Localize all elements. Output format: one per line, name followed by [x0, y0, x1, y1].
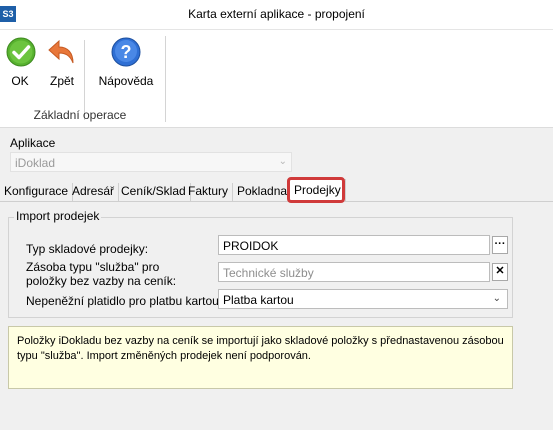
ribbon-group-label: Základní operace — [33, 108, 127, 122]
sale-doc-type-label: Typ skladové prodejky: — [26, 242, 149, 256]
tab-highlight-box — [287, 177, 345, 203]
card-payment-value: Platba kartou — [223, 293, 294, 307]
import-legend: Import prodejek — [14, 209, 102, 223]
sale-doc-type-value: PROIDOK — [223, 239, 279, 253]
chevron-down-icon: ⌄ — [492, 293, 501, 304]
tab-cenik-sklad[interactable]: Ceník/Sklad — [117, 183, 191, 201]
card-payment-label: Nepeněžní platidlo pro platbu kartou: — [26, 294, 223, 308]
info-note-line1: Položky iDokladu bez vazby na ceník se i… — [17, 335, 504, 347]
window-title: Karta externí aplikace - propojení — [188, 7, 365, 21]
help-label: Nápověda — [98, 74, 154, 88]
tab-konfigurace[interactable]: Konfigurace — [0, 183, 74, 201]
title-bar: S3 Karta externí aplikace - propojení — [0, 0, 553, 30]
application-value: iDoklad — [15, 156, 56, 170]
ribbon: OK Zpět ? Nápověda Základní operace — [0, 30, 553, 128]
help-question-icon: ? — [111, 37, 141, 67]
tab-faktury[interactable]: Faktury — [184, 183, 234, 201]
ribbon-group-separator — [165, 36, 166, 122]
form-body: Aplikace iDoklad ⌄ Konfigurace Adresář C… — [0, 128, 553, 430]
ok-button[interactable]: OK — [5, 36, 36, 100]
application-label: Aplikace — [10, 136, 56, 150]
ellipsis-button[interactable]: ··· — [492, 236, 508, 254]
svg-text:?: ? — [121, 42, 132, 62]
back-label: Zpět — [49, 74, 74, 88]
tab-strip: Konfigurace Adresář Ceník/Sklad Faktury … — [0, 179, 553, 201]
info-note-line2: typu "služba". Import změněných prodejek… — [17, 350, 311, 362]
tab-adresar[interactable]: Adresář — [68, 183, 120, 201]
clear-button[interactable]: ✕ — [492, 263, 508, 281]
service-stock-label-line1: Zásoba typu "služba" pro — [26, 260, 160, 274]
info-note: Položky iDokladu bez vazby na ceník se i… — [8, 326, 513, 389]
service-stock-label-line2: položky bez vazby na ceník: — [26, 274, 177, 288]
application-select[interactable]: iDoklad ⌄ — [10, 152, 292, 172]
close-icon: ✕ — [495, 265, 505, 277]
back-button[interactable]: Zpět — [46, 36, 78, 100]
undo-arrow-icon — [48, 39, 74, 64]
tab-pokladna[interactable]: Pokladna — [233, 183, 293, 201]
card-payment-select[interactable]: Platba kartou ⌄ — [218, 289, 508, 309]
tab-panel-prodejky: Import prodejek Typ skladové prodejky: P… — [0, 201, 553, 430]
ok-label: OK — [11, 74, 29, 88]
help-button[interactable]: ? Nápověda — [95, 36, 157, 100]
service-stock-placeholder: Technické služby — [223, 266, 314, 280]
checkmark-icon — [6, 37, 36, 67]
sale-doc-type-field[interactable]: PROIDOK — [218, 235, 490, 255]
service-stock-field[interactable]: Technické služby — [218, 262, 490, 282]
chevron-down-icon: ⌄ — [278, 156, 287, 167]
